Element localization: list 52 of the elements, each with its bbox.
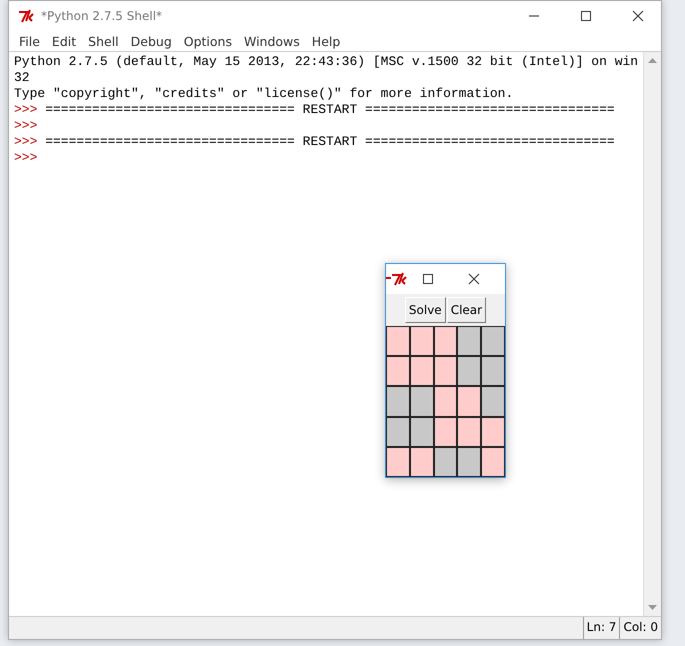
prompt: >>> (14, 150, 38, 165)
grid-cell[interactable] (458, 387, 480, 416)
grid-cell[interactable] (410, 357, 433, 386)
grid-cell[interactable] (410, 387, 433, 416)
column-number: Col: 0 (619, 617, 661, 639)
menu-item[interactable]: Edit (46, 34, 82, 48)
dialog-button[interactable]: Solve (404, 297, 446, 323)
grid-cell[interactable] (482, 327, 504, 356)
grid-cell[interactable] (434, 387, 456, 416)
grid-cell[interactable] (482, 387, 504, 416)
shell-output: 32 (14, 70, 30, 85)
grid-cell[interactable] (410, 448, 433, 476)
tk-logo-icon (386, 272, 408, 286)
window-title: *Python 2.7.5 Shell* (41, 9, 164, 23)
grid-cell[interactable] (458, 327, 480, 356)
maximize-icon[interactable] (422, 273, 434, 285)
shell-output: Type "copyright", "credits" or "license()" for more information. (14, 86, 514, 101)
line-number: Ln: 7 (582, 617, 620, 639)
grid-cell[interactable] (458, 357, 480, 386)
grid-cell[interactable] (458, 418, 480, 446)
menu-item[interactable]: File (14, 34, 45, 48)
maximize-icon[interactable] (580, 10, 592, 22)
grid-cell[interactable] (387, 418, 409, 446)
grid-cell[interactable] (458, 448, 480, 476)
tk-logo-icon (17, 9, 35, 23)
grid-cell[interactable] (434, 448, 456, 476)
grid-cell[interactable] (482, 448, 504, 476)
menu-item[interactable]: Windows (238, 34, 305, 48)
grid-cell[interactable] (434, 357, 456, 386)
close-icon[interactable] (468, 273, 480, 285)
grid-cell[interactable] (387, 448, 409, 476)
grid-cell[interactable] (387, 327, 409, 356)
prompt: >>> (14, 102, 38, 117)
menu-item[interactable]: Help (306, 34, 346, 48)
grid-cell[interactable] (387, 387, 409, 416)
grid-cell[interactable] (482, 357, 504, 386)
dialog-button[interactable]: Clear (446, 297, 486, 323)
menu-item[interactable]: Debug (126, 34, 177, 48)
prompt: >>> (14, 118, 38, 133)
grid-cell[interactable] (434, 327, 456, 356)
grid-cell[interactable] (410, 418, 433, 446)
menu-item[interactable]: Shell (83, 34, 124, 48)
grid-cell[interactable] (434, 418, 456, 446)
close-icon[interactable] (632, 10, 644, 22)
grid-cell[interactable] (410, 327, 433, 356)
grid-cell[interactable] (482, 418, 504, 446)
shell-output: ================================ RESTART ================================ (44, 134, 615, 149)
prompt: >>> (14, 134, 38, 149)
menu-item[interactable]: Options (178, 34, 237, 48)
grid-cell[interactable] (387, 357, 409, 386)
shell-output: Python 2.7.5 (default, May 15 2013, 22:43:36) [MSC v.1500 32 bit (Intel)] on win (14, 54, 638, 69)
shell-output: ================================ RESTART ================================ (44, 102, 615, 117)
